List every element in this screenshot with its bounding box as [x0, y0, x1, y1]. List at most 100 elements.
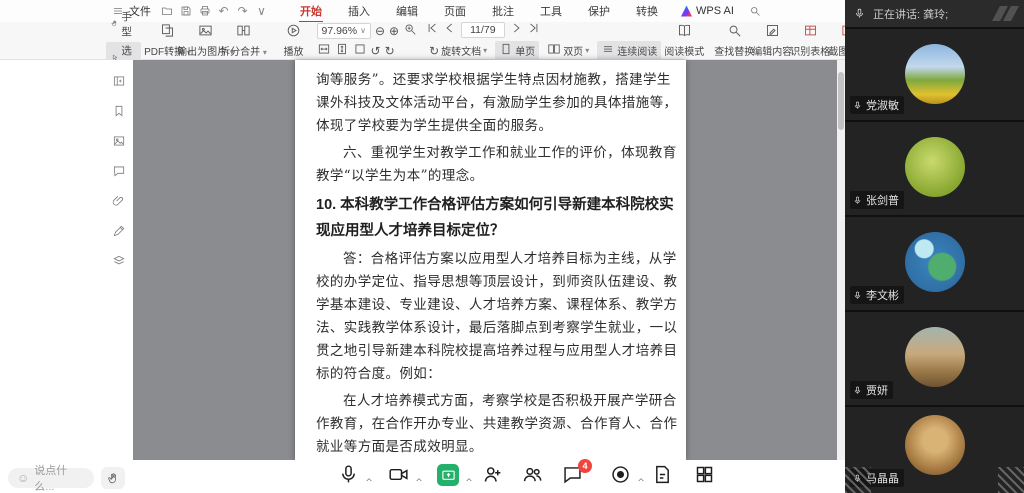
read-mode-button[interactable]: 阅读模式: [665, 21, 703, 60]
microphone-icon: [854, 7, 865, 20]
magnifier-icon[interactable]: [403, 22, 417, 39]
members-button[interactable]: 成员(9): [510, 464, 554, 493]
recognize-table-button[interactable]: 识别表格: [791, 21, 829, 60]
hand-tool-button[interactable]: 手型: [106, 8, 141, 40]
single-page-icon: [499, 42, 513, 59]
avatar: [905, 232, 965, 292]
split-merge-button[interactable]: 拆分合并 ▾: [225, 21, 263, 60]
tab-protect[interactable]: 保护: [575, 0, 623, 22]
edit-content-button[interactable]: 编辑内容: [753, 21, 791, 60]
speaking-indicator: 正在讲话: 龚玲;: [845, 0, 1024, 27]
resize-stripes-icon: [845, 467, 871, 493]
chat-button[interactable]: 4 聊天: [550, 464, 594, 493]
double-page-icon: [547, 42, 561, 59]
search-icon[interactable]: [748, 4, 763, 19]
rotate-right-icon[interactable]: ↻: [385, 45, 395, 57]
undo-icon[interactable]: ↶: [216, 4, 231, 19]
zoom-out-icon[interactable]: ⊖: [375, 25, 385, 37]
tab-home[interactable]: 开始: [287, 0, 335, 22]
tab-edit[interactable]: 编辑: [383, 0, 431, 22]
raise-hand-button[interactable]: [101, 467, 125, 489]
edit-content-icon: [765, 23, 780, 41]
mic-status-icon: [853, 290, 862, 301]
bookmarks-icon[interactable]: [112, 104, 126, 123]
find-replace-icon: [727, 23, 742, 41]
tab-convert[interactable]: 转换: [623, 0, 671, 22]
smiley-icon: ☺: [17, 471, 29, 485]
invite-button[interactable]: 邀请: [470, 464, 514, 493]
participant-name: 贾妍: [866, 382, 888, 398]
print-icon[interactable]: [197, 4, 212, 19]
play-button[interactable]: 播放: [275, 21, 313, 60]
chevron-up-icon[interactable]: [365, 471, 373, 489]
last-page-icon[interactable]: [527, 21, 541, 38]
signature-icon[interactable]: [112, 224, 126, 243]
quickbar-chevron-icon[interactable]: ∨: [254, 4, 269, 19]
doc-line: 教学“以学生为本”的理念。: [316, 165, 665, 188]
document-scrollbar[interactable]: [837, 60, 845, 460]
chevron-up-icon[interactable]: [415, 471, 423, 489]
apps-button[interactable]: 应用: [682, 464, 726, 493]
chat-input[interactable]: ☺ 说点什么...: [8, 468, 94, 488]
continuous-read-button[interactable]: 连续阅读: [597, 41, 661, 60]
find-replace-label: 查找替换: [714, 43, 754, 58]
wps-ai-button[interactable]: WPS AI: [681, 5, 734, 17]
participant-tile[interactable]: 李文彬: [845, 215, 1024, 310]
rotate-doc-button[interactable]: ↻旋转文档▾: [425, 42, 491, 59]
page-number-input[interactable]: 11/79: [461, 22, 505, 38]
doc-line: 作教育，在合作开办专业、共建教学资源、合作育人、合作: [316, 413, 665, 436]
chat-placeholder: 说点什么...: [34, 462, 85, 493]
split-merge-icon: [236, 23, 251, 41]
edit-content-label: 编辑内容: [752, 43, 792, 58]
ai-notes-button[interactable]: AI纪要: [640, 464, 684, 493]
tab-comment[interactable]: 批注: [479, 0, 527, 22]
export-image-button[interactable]: 输出为图片 ▾: [187, 21, 225, 60]
book-icon: [677, 23, 692, 41]
panel-toggle-icon[interactable]: [112, 74, 126, 93]
doc-line: 在人才培养模式方面，考察学校是否积极开展产学研合: [316, 390, 665, 413]
read-mode-label: 阅读模式: [664, 43, 704, 58]
continuous-read-icon: [601, 42, 615, 59]
fit-page-icon[interactable]: [353, 42, 367, 59]
hand-tool-label: 手型: [121, 9, 135, 39]
tab-page[interactable]: 页面: [431, 0, 479, 22]
participant-tile[interactable]: 贾妍: [845, 310, 1024, 405]
wps-ai-label: WPS AI: [696, 5, 734, 17]
scrollbar-thumb[interactable]: [838, 72, 844, 130]
mic-status-icon: [853, 385, 862, 396]
zoom-in-icon[interactable]: ⊕: [389, 25, 399, 37]
snapshot-icon[interactable]: [112, 134, 126, 153]
participant-tile[interactable]: 马晶晶: [845, 405, 1024, 493]
double-page-button[interactable]: 双页▾: [543, 41, 593, 60]
participant-tile[interactable]: 党淑敏: [845, 27, 1024, 120]
save-icon[interactable]: [178, 4, 193, 19]
tab-insert[interactable]: 插入: [335, 0, 383, 22]
zoom-level-select[interactable]: 97.96% ∨: [317, 23, 371, 39]
fit-height-icon[interactable]: [335, 42, 349, 59]
prev-page-icon[interactable]: [443, 21, 457, 38]
left-panel: [105, 60, 133, 460]
first-page-icon[interactable]: [425, 21, 439, 38]
open-folder-icon[interactable]: [159, 4, 174, 19]
record-button[interactable]: 录制: [598, 464, 642, 493]
resize-stripes-icon[interactable]: [998, 467, 1024, 493]
stop-video-button[interactable]: 停止视频: [376, 464, 420, 493]
pdf-page[interactable]: 询等服务”。还要求学校根据学生特点因材施教，搭建学生 课外科技及文体活动平台，有…: [295, 60, 686, 460]
comments-icon[interactable]: [112, 164, 126, 183]
participant-tile[interactable]: 张剑普: [845, 120, 1024, 215]
fit-width-icon[interactable]: [317, 42, 331, 59]
share-screen-button[interactable]: 共享屏幕: [426, 464, 470, 493]
layers-icon[interactable]: [112, 254, 126, 273]
redo-icon[interactable]: ↷: [235, 4, 250, 19]
single-page-button[interactable]: 单页: [495, 41, 539, 60]
person-add-icon: [481, 464, 503, 486]
rotate-left-icon[interactable]: ↺: [371, 45, 381, 57]
find-replace-button[interactable]: 查找替换: [715, 21, 753, 60]
next-page-icon[interactable]: [509, 21, 523, 38]
doc-line: 询等服务”。还要求学校根据学生特点因材施教，搭建学生: [316, 69, 665, 92]
mute-button[interactable]: 静音: [326, 464, 370, 493]
participant-name: 党淑敏: [866, 97, 899, 113]
tab-tools[interactable]: 工具: [527, 0, 575, 22]
attachments-icon[interactable]: [112, 194, 126, 213]
zoom-value: 97.96%: [322, 25, 358, 37]
